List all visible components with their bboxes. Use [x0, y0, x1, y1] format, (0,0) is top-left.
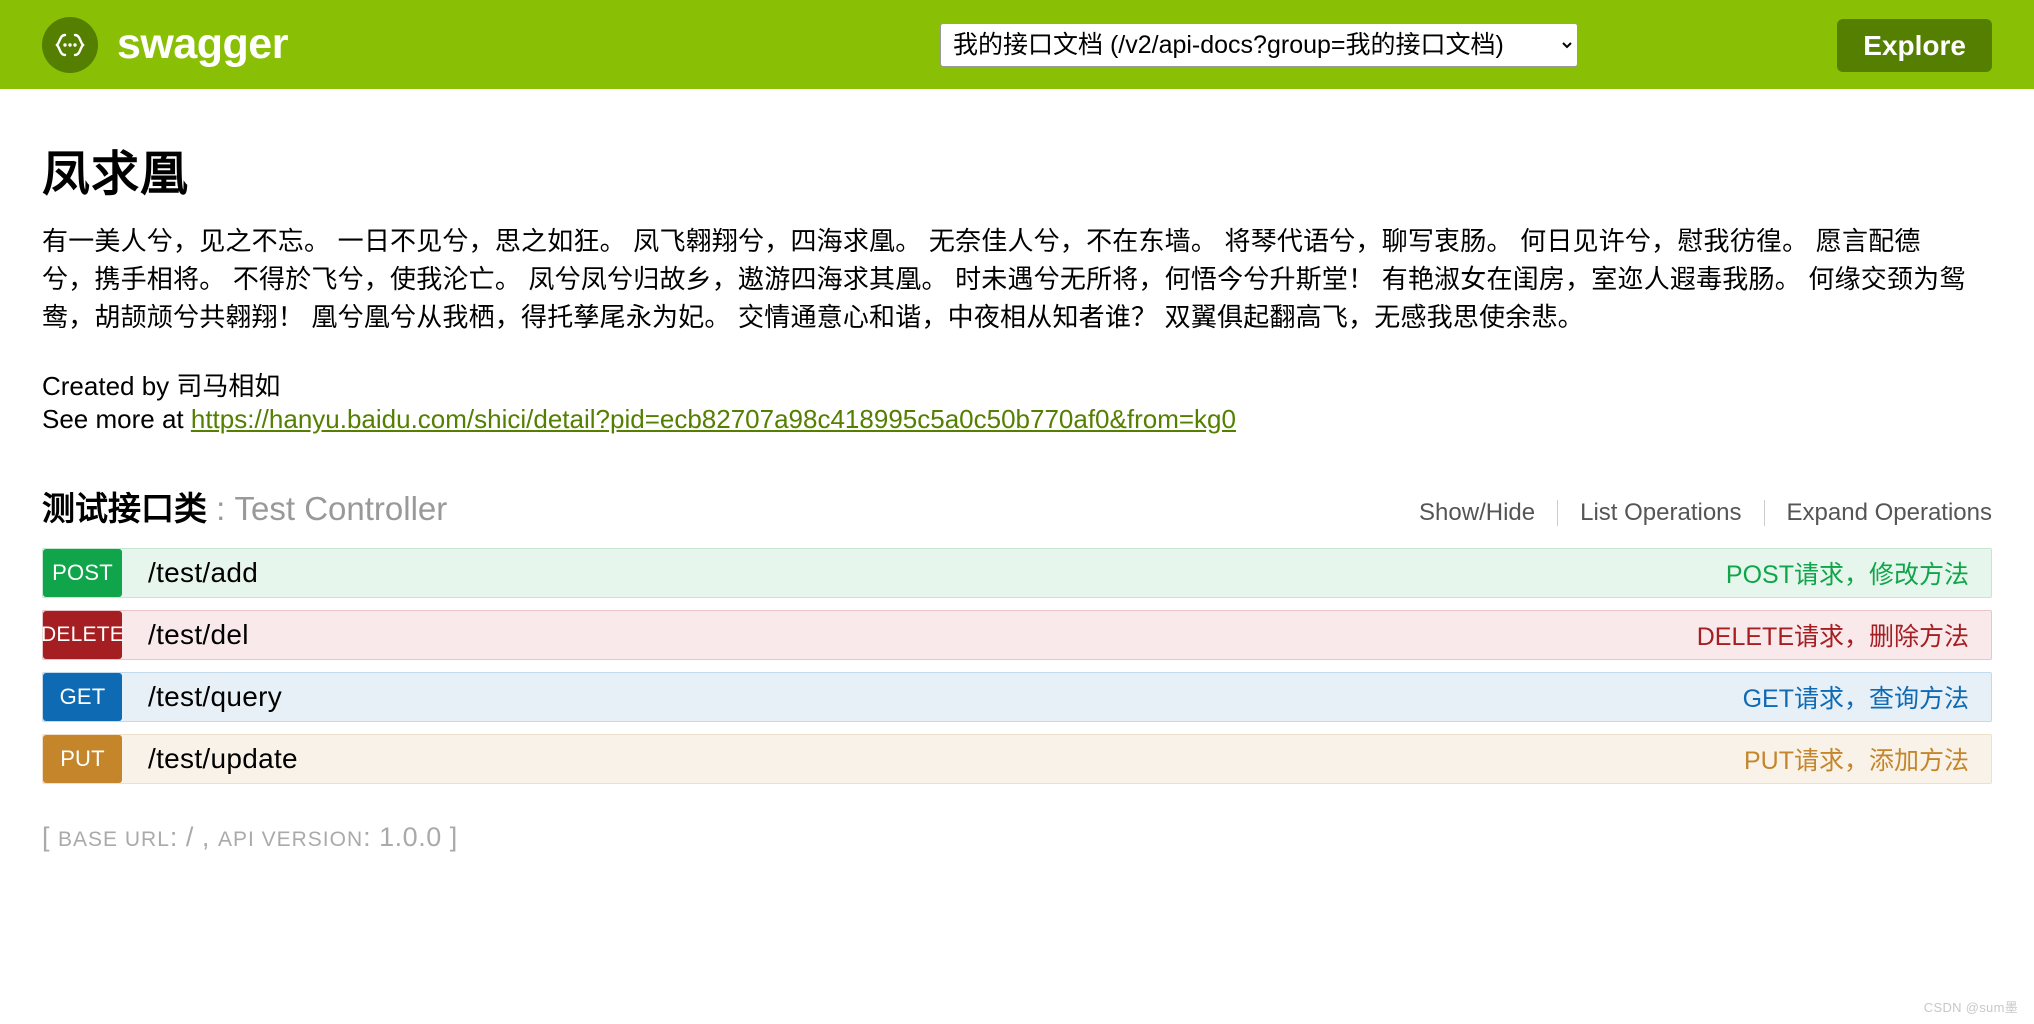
resource-header: 测试接口类 : Test Controller Show/Hide List O… [42, 482, 1992, 538]
show-hide-link[interactable]: Show/Hide [1397, 499, 1557, 527]
api-description: 有一美人兮，见之不忘。 一日不见兮，思之如狂。 凤飞翱翔兮，四海求凰。 无奈佳人… [42, 225, 1966, 333]
operation-path-get[interactable]: /test/query [122, 673, 1743, 721]
explore-button[interactable]: Explore [1837, 19, 1992, 72]
resource-actions: Show/Hide List Operations Expand Operati… [1397, 499, 1992, 527]
api-version-label: API VERSION [217, 827, 364, 851]
api-selector-area: 我的接口文档 (/v2/api-docs?group=我的接口文档) [940, 23, 1578, 67]
resource-class-name: Test Controller [234, 489, 448, 527]
operation-row-delete[interactable]: DELETE /test/del DELETE请求，删除方法 [41, 609, 1992, 660]
operation-summary-get: GET请求，查询方法 [1742, 684, 1969, 713]
see-more-link[interactable]: https://hanyu.baidu.com/shici/detail?pid… [191, 404, 1236, 434]
resource-name: 测试接口类 [42, 489, 207, 527]
see-more-line: See more at https://hanyu.baidu.com/shic… [42, 403, 1992, 436]
api-footer: [ BASE URL: / , API VERSION: 1.0.0 ] [42, 822, 1992, 853]
swagger-braces-icon [42, 16, 98, 73]
method-badge-delete: DELETE [41, 610, 124, 659]
operation-row-post[interactable]: POST /test/add POST请求，修改方法 [42, 547, 1992, 598]
swagger-logo[interactable]: swagger [42, 16, 288, 73]
operation-path-put[interactable]: /test/update [122, 735, 1744, 783]
operation-summary-post: POST请求，修改方法 [1725, 560, 1969, 589]
base-url-value: / [185, 821, 194, 852]
operation-path-delete[interactable]: /test/del [122, 611, 1697, 659]
operation-row-put[interactable]: PUT /test/update PUT请求，添加方法 [42, 733, 1992, 784]
created-by-line: Created by 司马相如 [42, 371, 281, 402]
method-badge-put: PUT [43, 734, 122, 783]
api-version-value: 1.0.0 [379, 821, 442, 852]
resource-separator: : [207, 489, 235, 527]
watermark: CSDN @sum墨 [1923, 1000, 2018, 1015]
api-meta: Created by 司马相如 See more at https://hany… [42, 370, 1992, 436]
resource-title[interactable]: 测试接口类 : Test Controller [42, 482, 447, 530]
api-version-separator: : [363, 821, 380, 852]
operation-path-post[interactable]: /test/add [122, 549, 1726, 597]
list-operations-link[interactable]: List Operations [1558, 499, 1763, 527]
api-docs-select[interactable]: 我的接口文档 (/v2/api-docs?group=我的接口文档) [940, 23, 1578, 67]
base-url-separator: : [169, 821, 186, 852]
footer-open-bracket: [ [42, 821, 59, 852]
method-badge-get: GET [43, 672, 122, 721]
main-content: 凤求凰 有一美人兮，见之不忘。 一日不见兮，思之如狂。 凤飞翱翔兮，四海求凰。 … [0, 146, 2034, 853]
swagger-wordmark: swagger [117, 20, 288, 68]
operation-summary-delete: DELETE请求，删除方法 [1696, 622, 1969, 651]
expand-operations-link[interactable]: Expand Operations [1765, 499, 1992, 527]
base-url-label: BASE URL [58, 827, 170, 851]
top-navigation-bar: swagger 我的接口文档 (/v2/api-docs?group=我的接口文… [0, 0, 2034, 89]
see-more-label: See more at [42, 404, 191, 434]
footer-close-bracket: ] [441, 821, 458, 852]
footer-comma: , [193, 821, 218, 852]
operation-row-get[interactable]: GET /test/query GET请求，查询方法 [42, 671, 1992, 722]
operation-summary-put: PUT请求，添加方法 [1743, 746, 1969, 775]
page-title: 凤求凰 [42, 148, 190, 201]
operations-list: POST /test/add POST请求，修改方法 DELETE /test/… [41, 547, 1992, 784]
method-badge-post: POST [43, 548, 122, 597]
